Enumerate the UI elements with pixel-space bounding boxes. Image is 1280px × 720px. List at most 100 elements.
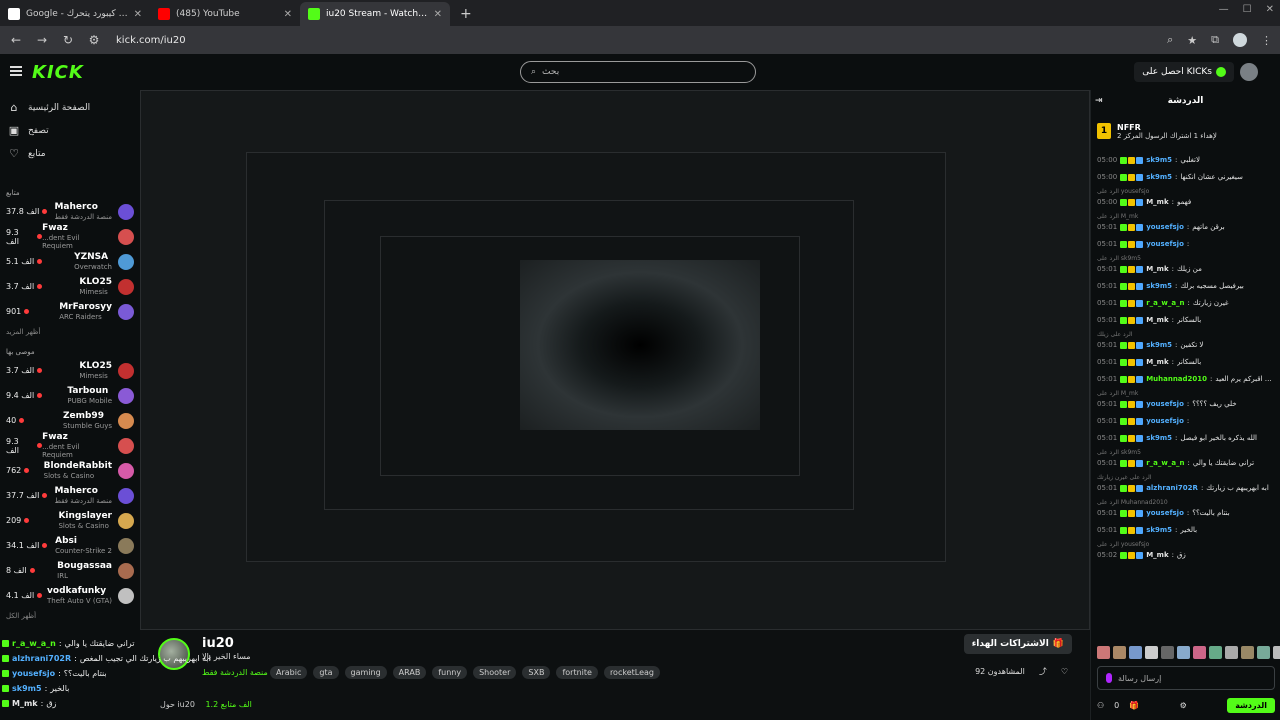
emote-icon[interactable]: [1145, 646, 1158, 659]
chat-message[interactable]: 05:01 M_mk: بالسكانر: [1097, 314, 1275, 326]
sidebar-channel[interactable]: 40 Zemb99 Stumble Guys: [0, 408, 140, 433]
maximize-icon[interactable]: ☐: [1243, 4, 1252, 15]
tab-google[interactable]: Google - بحث كيبورد يتحرك ✕: [0, 2, 150, 26]
sidebar-channel[interactable]: 9.3 الف Fwaz ...dent Evil Requiem: [0, 432, 140, 459]
chat-message[interactable]: 05:01 M_mk: من زيلك: [1097, 263, 1275, 275]
share-icon[interactable]: ⤴: [1039, 666, 1047, 677]
sidebar-channel[interactable]: 209 Kingslayer Slots & Casino: [0, 508, 140, 533]
chat-message[interactable]: 05:00 sk9m5: سيغيرني عشان انكنها: [1097, 171, 1275, 183]
gift-icon[interactable]: 🎁: [1129, 701, 1139, 710]
sidebar-channel[interactable]: 762 BlondeRabbit Slots & Casino: [0, 458, 140, 483]
emote-icon[interactable]: [1177, 646, 1190, 659]
close-tab-icon[interactable]: ✕: [284, 9, 292, 20]
message-username[interactable]: M_mk: [1146, 551, 1168, 559]
emote-icon[interactable]: [1193, 646, 1206, 659]
emote-icon[interactable]: [1225, 646, 1238, 659]
stream-tag[interactable]: ARAB: [392, 666, 427, 679]
sidebar-channel[interactable]: 3.7 الف KLO25 Mimesis: [0, 274, 140, 299]
menu-icon[interactable]: [10, 66, 22, 76]
user-avatar[interactable]: [1240, 63, 1258, 81]
emote-icon[interactable]: [1241, 646, 1254, 659]
get-kicks-button[interactable]: احصل على KICKs: [1134, 62, 1234, 82]
sidebar-channel[interactable]: 37.8 الف Maherco منصة الدردشة فقط: [0, 199, 140, 224]
tab-youtube[interactable]: (485) YouTube ✕: [150, 2, 300, 26]
sidebar-channel[interactable]: 34.1 الف Absi Counter-Strike 2: [0, 533, 140, 558]
stream-tag[interactable]: rocketLeag: [603, 666, 660, 679]
collapse-chat-icon[interactable]: ⇥: [1095, 96, 1103, 106]
back-icon[interactable]: ←: [8, 33, 24, 47]
message-username[interactable]: M_mk: [1146, 316, 1168, 324]
emote-icon[interactable]: [1273, 646, 1280, 659]
stream-tag[interactable]: gta: [313, 666, 339, 679]
gift-subs-button[interactable]: الاشتراكات الهداء 🎁: [963, 634, 1072, 654]
tab-kick[interactable]: iu20 Stream - Watch Live on Kick ✕: [300, 2, 450, 26]
chat-message[interactable]: 05:01 yousefsjo:: [1097, 238, 1275, 250]
sidebar-channel[interactable]: 4.1 الف vodkafunky Theft Auto V (GTA): [0, 583, 140, 608]
chat-message[interactable]: 05:01 sk9m5: الله يذكره بالخير ابو فيصل: [1097, 432, 1275, 444]
nav-home[interactable]: ⌂ الصفحة الرئيسية: [0, 96, 140, 119]
message-username[interactable]: yousefsjo: [1146, 509, 1184, 517]
stream-tag[interactable]: gaming: [344, 666, 387, 679]
emote-picker-icon[interactable]: [1106, 673, 1112, 683]
sidebar-channel[interactable]: 3.7 الف KLO25 Mimesis: [0, 358, 140, 383]
stream-tag[interactable]: Shooter: [473, 666, 517, 679]
sidebar-channel[interactable]: 8 الف Bougassaa IRL: [0, 558, 140, 583]
chat-message[interactable]: 05:01 sk9m5: بيرفيصل مسجيه برلك: [1097, 280, 1275, 292]
address-bar[interactable]: kick.com/iu20: [116, 35, 1157, 46]
emote-icon[interactable]: [1209, 646, 1222, 659]
show-all-link[interactable]: أظهر الكل: [0, 608, 140, 624]
sidebar-channel[interactable]: 37.7 الف Maherco منصة الدردشة فقط: [0, 483, 140, 508]
message-username[interactable]: M_mk: [1146, 198, 1168, 206]
sidebar-channel[interactable]: 5.1 الف YZNSA Overwatch: [0, 249, 140, 274]
chat-message[interactable]: 05:01 r_a_w_a_n: تراني ضايقتك يا والي: [1097, 457, 1275, 469]
chat-message[interactable]: 05:00 M_mk: فهمو: [1097, 196, 1275, 208]
minimize-icon[interactable]: —: [1219, 4, 1229, 15]
chat-message[interactable]: 05:01 M_mk: بالسكانر: [1097, 356, 1275, 368]
zoom-icon[interactable]: ⌕: [1167, 33, 1173, 47]
emote-icon[interactable]: [1097, 646, 1110, 659]
sidebar-channel[interactable]: 9.3 الف Fwaz ...dent Evil Requiem: [0, 223, 140, 250]
pinned-user[interactable]: NFFR: [1117, 123, 1217, 132]
chat-message[interactable]: 05:02 M_mk: زق: [1097, 549, 1275, 561]
close-tab-icon[interactable]: ✕: [434, 9, 442, 20]
message-username[interactable]: yousefsjo: [1146, 400, 1184, 408]
emote-icon[interactable]: [1129, 646, 1142, 659]
browser-menu-icon[interactable]: ⋮: [1261, 34, 1272, 47]
sidebar-channel[interactable]: 901 MrFarosyy ARC Raiders: [0, 299, 140, 324]
chat-message[interactable]: 05:01 alzhrani702R: ابه ابهريبهم ب زيارتك: [1097, 482, 1275, 494]
message-username[interactable]: Muhannad2010: [1146, 375, 1207, 383]
follow-icon[interactable]: ♡: [1061, 667, 1068, 676]
new-tab-button[interactable]: +: [450, 2, 482, 26]
settings-icon[interactable]: ⚙: [1180, 701, 1187, 710]
message-username[interactable]: M_mk: [1146, 265, 1168, 273]
nav-browse[interactable]: ▣ تصفح: [0, 119, 140, 142]
bookmark-star-icon[interactable]: ★: [1187, 34, 1197, 47]
nav-following[interactable]: ♡ متابع: [0, 142, 140, 165]
forward-icon[interactable]: →: [34, 33, 50, 47]
send-chat-button[interactable]: الدردشة: [1227, 697, 1275, 713]
profile-avatar[interactable]: [1233, 33, 1247, 47]
chat-message[interactable]: 05:01 yousefsjo: برقن ماتهم: [1097, 221, 1275, 233]
message-username[interactable]: sk9m5: [1146, 173, 1172, 181]
search-input[interactable]: ⌕ بحث: [520, 61, 756, 83]
sidebar-channel[interactable]: 9.4 الف Tarboun PUBG Mobile: [0, 383, 140, 408]
site-info-icon[interactable]: ⚙: [86, 33, 102, 47]
message-username[interactable]: alzhrani702R: [1146, 484, 1198, 492]
chat-message[interactable]: 05:01 yousefsjo: بنتام باليت؟؟: [1097, 507, 1275, 519]
extensions-icon[interactable]: ⧉: [1211, 33, 1219, 47]
chat-message[interactable]: 05:01 yousefsjo:: [1097, 415, 1275, 427]
emote-icon[interactable]: [1257, 646, 1270, 659]
stream-player[interactable]: iu20 مساء الخير يالا منصة الدردشة فقط Ar…: [140, 90, 1090, 720]
chat-message[interactable]: 05:01 sk9m5: لا تكفين: [1097, 339, 1275, 351]
close-tab-icon[interactable]: ✕: [134, 9, 142, 20]
chat-message[interactable]: 05:01 yousefsjo: خلي ريف ؟؟؟؟: [1097, 398, 1275, 410]
message-username[interactable]: yousefsjo: [1146, 223, 1184, 231]
chat-message[interactable]: 05:01 r_a_w_a_n: غيرن زيارتك: [1097, 297, 1275, 309]
message-username[interactable]: sk9m5: [1146, 156, 1172, 164]
stream-tag[interactable]: SXB: [522, 666, 551, 679]
emote-icon[interactable]: [1161, 646, 1174, 659]
message-username[interactable]: sk9m5: [1146, 434, 1172, 442]
message-username[interactable]: yousefsjo: [1146, 417, 1184, 425]
message-username[interactable]: r_a_w_a_n: [1146, 299, 1184, 307]
stream-tag[interactable]: funny: [432, 666, 468, 679]
